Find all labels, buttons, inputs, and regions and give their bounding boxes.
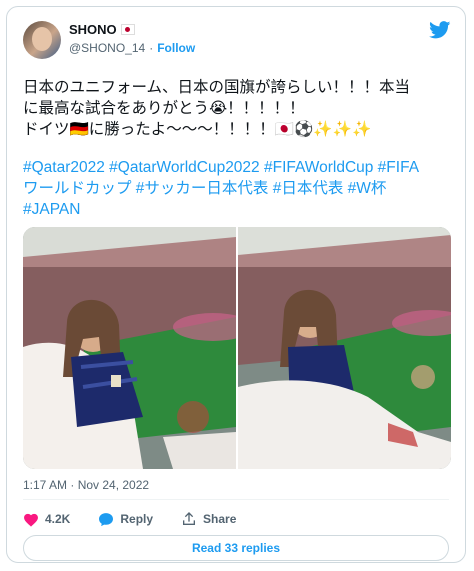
hashtags-line-3[interactable]: #JAPAN bbox=[23, 199, 453, 220]
tweet-card[interactable]: SHONO @SHONO_14 · Follow 日本のユニフォーム、日本の国旗… bbox=[6, 6, 466, 563]
japan-flag-icon bbox=[120, 24, 135, 35]
stadium-photo-right[interactable] bbox=[238, 227, 451, 469]
reply-button[interactable]: Reply bbox=[98, 512, 153, 527]
tweet-header: SHONO @SHONO_14 · Follow bbox=[23, 19, 453, 63]
tweet-line-2: に最高な試合をありがとう😭！！！！！ bbox=[23, 99, 305, 117]
action-bar: 4.2K Reply Share bbox=[23, 507, 236, 531]
reply-label: Reply bbox=[120, 512, 154, 526]
tweet-body: 日本のユニフォーム、日本の国旗が誇らしい！！！本当 に最高な試合をありがとう😭！… bbox=[23, 77, 453, 140]
tweet-line-1: 日本のユニフォーム、日本の国旗が誇らしい！！！本当 bbox=[23, 79, 411, 96]
display-name[interactable]: SHONO bbox=[69, 22, 117, 37]
hashtags-line-1[interactable]: #Qatar2022 #QatarWorldCup2022 #FIFAWorld… bbox=[23, 157, 453, 178]
separator: · bbox=[149, 41, 154, 55]
stadium-photo-left[interactable] bbox=[23, 227, 236, 469]
hashtags-line-2[interactable]: ワールドカップ #サッカー日本代表 #日本代表 #W杯 bbox=[23, 178, 453, 199]
share-icon bbox=[183, 512, 196, 525]
like-button[interactable]: 4.2K bbox=[23, 512, 70, 527]
read-replies-button[interactable]: Read 33 replies bbox=[23, 535, 449, 561]
twitter-bird-icon[interactable] bbox=[429, 21, 451, 39]
divider bbox=[23, 499, 449, 500]
tweet-line-3: ドイツ🇩🇪に勝ったよ〜〜〜！！！！🇯🇵⚽✨✨✨ bbox=[23, 120, 372, 138]
share-button[interactable]: Share bbox=[181, 511, 236, 527]
share-label: Share bbox=[203, 512, 237, 526]
handle-row: @SHONO_14 · Follow bbox=[69, 41, 195, 55]
reply-bubble-icon bbox=[99, 512, 114, 526]
tweet-media bbox=[23, 227, 451, 469]
avatar[interactable] bbox=[23, 21, 61, 59]
tweet-timestamp[interactable]: 1:17 AM · Nov 24, 2022 bbox=[23, 478, 149, 492]
heart-icon bbox=[24, 513, 38, 527]
hashtags: #Qatar2022 #QatarWorldCup2022 #FIFAWorld… bbox=[23, 157, 453, 220]
like-count: 4.2K bbox=[45, 512, 71, 526]
author-name-row[interactable]: SHONO bbox=[69, 22, 135, 37]
follow-button[interactable]: Follow bbox=[157, 41, 195, 55]
author-handle[interactable]: @SHONO_14 bbox=[69, 41, 145, 55]
